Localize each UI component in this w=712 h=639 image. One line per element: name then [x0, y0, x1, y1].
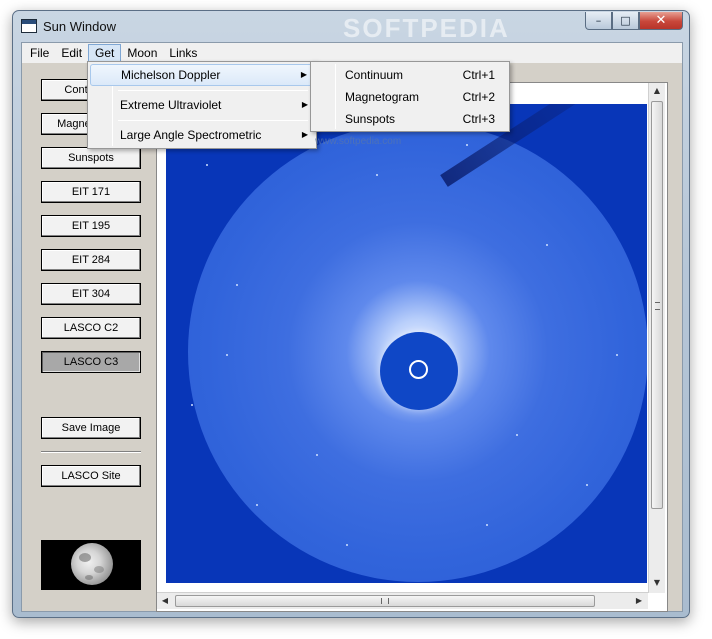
caption-buttons: – □ ✕: [585, 12, 683, 30]
sun-position-marker: [409, 360, 428, 379]
menu-edit[interactable]: Edit: [55, 44, 88, 62]
menu-bar: File Edit Get Moon Links: [22, 43, 682, 63]
menu-moon[interactable]: Moon: [121, 44, 163, 62]
eit-171-button[interactable]: EIT 171: [41, 181, 141, 203]
eit-284-button[interactable]: EIT 284: [41, 249, 141, 271]
lasco-c3-image: [166, 104, 647, 583]
maximize-button[interactable]: □: [612, 12, 639, 30]
horizontal-scroll-thumb[interactable]: [175, 595, 595, 607]
star: [206, 164, 208, 166]
submenu-arrow-icon: ▶: [300, 70, 307, 79]
app-window-icon[interactable]: [21, 19, 37, 33]
menu-get[interactable]: Get: [88, 44, 122, 62]
scroll-left-arrow-icon[interactable]: ◀: [157, 593, 173, 609]
close-button[interactable]: ✕: [639, 12, 683, 30]
menu-item-label: Extreme Ultraviolet: [120, 98, 222, 112]
sunspots-button[interactable]: Sunspots: [41, 147, 141, 169]
shortcut-label: Ctrl+1: [462, 68, 495, 82]
star: [376, 174, 378, 176]
star: [586, 484, 588, 486]
sidebar-divider: [41, 451, 141, 453]
title-bar[interactable]: Sun Window SOFTPEDIA – □ ✕: [13, 11, 689, 43]
scroll-right-arrow-icon[interactable]: ▶: [631, 593, 647, 609]
horizontal-scrollbar[interactable]: ◀ ▶: [157, 592, 648, 609]
menu-file[interactable]: File: [24, 44, 55, 62]
star: [546, 244, 548, 246]
menu-item-magnetogram[interactable]: Magnetogram Ctrl+2: [313, 86, 507, 108]
softpedia-url-watermark: www.softpedia.com: [315, 136, 402, 147]
star: [516, 434, 518, 436]
star: [346, 544, 348, 546]
menu-item-label: Large Angle Spectrometric: [120, 128, 262, 142]
eit-304-button[interactable]: EIT 304: [41, 283, 141, 305]
eit-195-button[interactable]: EIT 195: [41, 215, 141, 237]
menu-item-continuum[interactable]: Continuum Ctrl+1: [313, 64, 507, 86]
grip-icon: [655, 302, 660, 310]
star: [316, 454, 318, 456]
image-pane: ▲ ▼ ◀ ▶: [156, 82, 668, 612]
moon-phase-thumbnail[interactable]: [41, 540, 141, 590]
save-image-button[interactable]: Save Image: [41, 417, 141, 439]
menu-item-extreme-ultraviolet[interactable]: Extreme Ultraviolet ▶: [90, 94, 314, 116]
submenu-arrow-icon: ▶: [301, 130, 308, 139]
menu-separator: [118, 90, 308, 91]
star: [226, 354, 228, 356]
star: [466, 144, 468, 146]
window-title: Sun Window: [43, 19, 116, 34]
menu-item-sunspots[interactable]: Sunspots Ctrl+3: [313, 108, 507, 130]
menu-item-label: Sunspots: [345, 112, 396, 126]
moon-icon: [71, 543, 113, 585]
star: [236, 284, 238, 286]
menu-item-michelson-doppler[interactable]: Michelson Doppler ▶: [90, 64, 314, 86]
star: [256, 504, 258, 506]
menu-item-label: Michelson Doppler: [121, 68, 221, 82]
vertical-scroll-thumb[interactable]: [651, 101, 663, 509]
star: [191, 404, 193, 406]
lasco-site-button[interactable]: LASCO Site: [41, 465, 141, 487]
lasco-c2-button[interactable]: LASCO C2: [41, 317, 141, 339]
menu-item-large-angle-spectrometric[interactable]: Large Angle Spectrometric ▶: [90, 124, 314, 146]
softpedia-watermark: SOFTPEDIA: [343, 13, 510, 43]
michelson-doppler-submenu: Continuum Ctrl+1 Magnetogram Ctrl+2 Suns…: [310, 61, 510, 132]
shortcut-label: Ctrl+3: [462, 112, 495, 126]
menu-links[interactable]: Links: [163, 44, 203, 62]
scroll-up-arrow-icon[interactable]: ▲: [649, 83, 665, 99]
scroll-down-arrow-icon[interactable]: ▼: [649, 575, 665, 591]
vertical-scrollbar[interactable]: ▲ ▼: [648, 83, 665, 593]
menu-separator: [118, 120, 308, 121]
menu-item-label: Continuum: [345, 68, 404, 82]
menu-item-label: Magnetogram: [345, 90, 420, 104]
submenu-arrow-icon: ▶: [301, 100, 308, 109]
star: [486, 524, 488, 526]
lasco-c3-button[interactable]: LASCO C3: [41, 351, 141, 373]
grip-icon: [381, 598, 389, 604]
shortcut-label: Ctrl+2: [462, 90, 495, 104]
minimize-button[interactable]: –: [585, 12, 612, 30]
star: [616, 354, 618, 356]
get-menu: Michelson Doppler ▶ Extreme Ultraviolet …: [87, 61, 317, 149]
